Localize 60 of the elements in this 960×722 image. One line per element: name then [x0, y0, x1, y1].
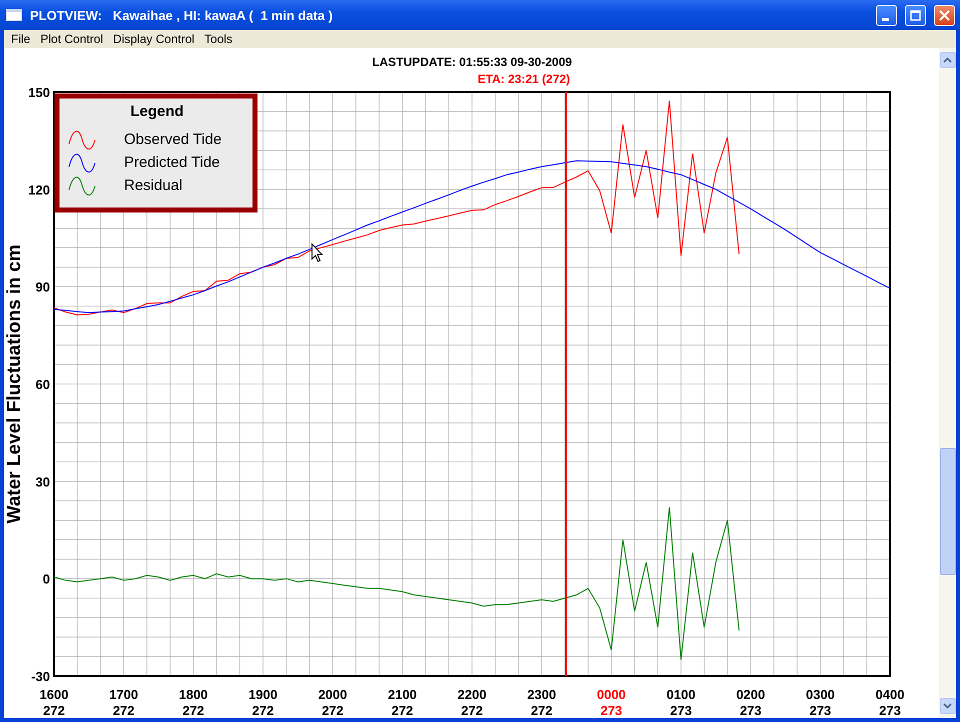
day-label: 272	[322, 703, 344, 718]
close-icon	[939, 10, 950, 20]
menu-item[interactable]: Plot Control	[35, 32, 108, 46]
y-tick-label: 0	[42, 572, 50, 587]
legend-wave-icon	[68, 176, 96, 196]
legend-label: Observed Tide	[124, 131, 222, 148]
x-tick-label: 0300	[806, 687, 835, 702]
y-tick-label: 90	[36, 280, 50, 295]
day-label: 273	[879, 703, 901, 718]
x-tick-label: 2200	[458, 687, 486, 702]
y-tick-label: 60	[36, 377, 50, 392]
day-label: 272	[530, 703, 553, 718]
legend-label: Residual	[124, 177, 182, 194]
window-icon	[6, 9, 22, 21]
x-tick-label: 0200	[736, 687, 766, 702]
x-tick-label: 0000	[596, 687, 626, 702]
chart-title: LASTUPDATE: 01:55:33 09-30-2009	[372, 55, 572, 69]
day-label: 273	[600, 703, 622, 718]
x-tick-label: 2300	[527, 687, 556, 702]
x-tick-label: 0400	[876, 687, 904, 702]
eta-label: ETA: 23:21 (272)	[478, 72, 570, 86]
maximize-button[interactable]	[905, 4, 926, 26]
day-label: 272	[391, 703, 414, 718]
day-label: 273	[670, 703, 692, 718]
day-label: 272	[461, 703, 483, 718]
window-title: PLOTVIEW: Kawaihae , HI: kawaA ( 1 min data )	[30, 8, 333, 22]
cursor-icon	[311, 241, 323, 265]
day-label: 272	[252, 703, 274, 718]
maximize-icon	[910, 10, 921, 20]
x-tick-label: 1600	[40, 687, 68, 702]
scroll-down-button[interactable]	[940, 698, 956, 714]
day-label: 273	[740, 703, 762, 718]
y-tick-label: 30	[36, 474, 50, 490]
legend-wave-icon	[68, 154, 96, 172]
x-tick-label: 1700	[109, 687, 138, 702]
close-button[interactable]	[934, 4, 955, 26]
x-tick-label: 2000	[318, 687, 348, 702]
minimize-icon	[882, 18, 889, 20]
legend-label: Predicted Tide	[124, 154, 220, 171]
legend-wave-icon	[68, 130, 96, 150]
menu-item[interactable]: Tools	[199, 32, 238, 46]
scrollbar[interactable]	[939, 48, 956, 718]
y-axis-title: Water Level Fluctuations in cm	[4, 244, 25, 524]
x-tick-label: 1800	[178, 687, 208, 702]
menu-item[interactable]: File	[6, 32, 36, 46]
day-label: 272	[112, 703, 135, 718]
scroll-up-button[interactable]	[940, 52, 956, 68]
legend-title: Legend	[130, 103, 184, 120]
x-tick-label: 1900	[248, 687, 278, 702]
x-tick-label: 2100	[388, 687, 417, 702]
menu-item[interactable]: Display Control	[108, 32, 200, 46]
day-label: 272	[43, 703, 65, 718]
day-label: 273	[809, 703, 832, 718]
scroll-thumb[interactable]	[940, 448, 956, 575]
y-tick-label: 120	[28, 182, 50, 198]
y-tick-label: 150	[28, 85, 50, 100]
x-tick-label: 0100	[666, 687, 696, 702]
y-tick-label: -30	[31, 669, 50, 684]
minimize-button[interactable]	[876, 4, 897, 26]
day-label: 272	[182, 703, 204, 718]
